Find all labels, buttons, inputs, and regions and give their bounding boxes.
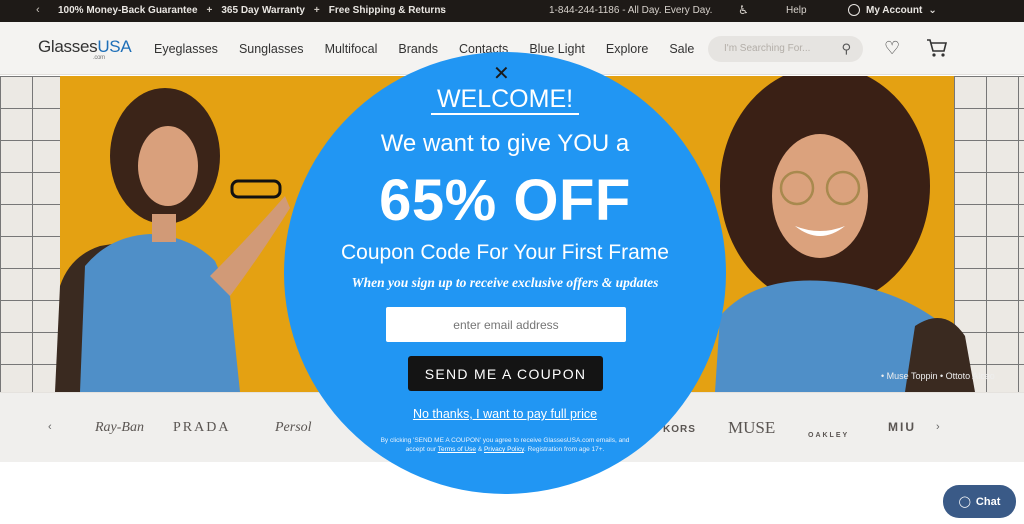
nav-sale[interactable]: Sale — [669, 42, 694, 56]
chat-button[interactable]: ◯ Chat — [943, 485, 1016, 518]
search-placeholder: I'm Searching For... — [724, 43, 811, 54]
legal-text-part2: . Registration from age 17+. — [523, 446, 605, 453]
brand-logo[interactable]: PRADA — [173, 420, 230, 436]
phone-number[interactable]: 1-844-244-1186 - All Day. Every Day. — [549, 5, 712, 16]
coupon-modal: ✕ WELCOME! We want to give YOU a 65% OFF… — [284, 52, 726, 494]
chevron-right-icon[interactable]: › — [440, 4, 444, 16]
cart-icon[interactable] — [926, 38, 948, 58]
nav-explore[interactable]: Explore — [606, 42, 648, 56]
model-credit: • Muse Toppin • Ottoto Alceo — [881, 371, 995, 381]
search-icon[interactable]: ⚲ — [841, 41, 851, 57]
benefit-item: 365 Day Warranty — [221, 5, 305, 16]
plus-separator: + — [206, 5, 213, 16]
signup-subline: When you sign up to receive exclusive of… — [351, 275, 659, 290]
nav-eyeglasses[interactable]: Eyeglasses — [154, 42, 218, 56]
close-icon[interactable]: ✕ — [493, 64, 510, 84]
logo-text: Glasses — [38, 37, 98, 56]
my-account-label: My Account — [866, 4, 923, 16]
brand-logo[interactable]: OAKLEY — [808, 432, 849, 439]
benefit-item: 100% Money-Back Guarantee — [58, 5, 198, 16]
send-coupon-button[interactable]: SEND ME A COUPON — [408, 356, 603, 391]
brand-logo[interactable]: Persol — [275, 420, 312, 436]
brand-logo[interactable]: MUSE — [728, 418, 775, 438]
hero-model-right — [715, 76, 975, 392]
benefits-list: 100% Money-Back Guarantee + 365 Day Warr… — [58, 5, 446, 16]
benefit-item: Free Shipping & Returns — [328, 5, 446, 16]
chevron-left-icon[interactable]: ‹ — [48, 421, 52, 433]
email-field[interactable] — [386, 307, 626, 342]
nav-multifocal[interactable]: Multifocal — [325, 42, 378, 56]
discount-headline: 65% OFF — [379, 168, 631, 233]
brand-logo[interactable]: KORS — [663, 424, 696, 435]
logo-sub: .com — [93, 55, 105, 61]
promo-bar: ‹ 100% Money-Back Guarantee + 365 Day Wa… — [0, 0, 1024, 22]
chevron-down-icon: ⌄ — [928, 4, 937, 16]
terms-link[interactable]: Terms of Use — [438, 446, 476, 453]
modal-intro-text: We want to give YOU a — [380, 130, 630, 157]
legal-text: By clicking 'SEND ME A COUPON' you agree… — [374, 436, 636, 454]
help-link[interactable]: Help — [786, 5, 807, 16]
chevron-left-icon[interactable]: ‹ — [36, 4, 40, 16]
brand-logo[interactable]: MIU — [888, 420, 916, 434]
logo[interactable]: GlassesUSA .com — [38, 37, 132, 61]
plus-separator: + — [313, 5, 320, 16]
privacy-link[interactable]: Privacy Policy — [484, 446, 524, 453]
modal-welcome-heading: WELCOME! — [284, 85, 726, 115]
brand-logo[interactable]: Ray-Ban — [95, 420, 144, 436]
heart-icon[interactable]: ♡ — [884, 38, 900, 59]
chat-label: Chat — [975, 495, 1001, 508]
legal-amp: & — [477, 446, 483, 453]
coupon-description: Coupon Code For Your First Frame — [341, 241, 669, 264]
nav-sunglasses[interactable]: Sunglasses — [239, 42, 304, 56]
search-input[interactable]: I'm Searching For... ⚲ — [708, 36, 863, 62]
accessibility-icon[interactable]: ♿ — [738, 3, 749, 17]
chat-bubble-icon: ◯ — [958, 496, 971, 508]
user-icon — [848, 4, 860, 16]
hero-model-left — [55, 88, 290, 392]
my-account-menu[interactable]: My Account ⌄ — [848, 4, 937, 16]
chevron-right-icon[interactable]: › — [936, 421, 940, 433]
main-nav: Eyeglasses Sunglasses Multifocal Brands … — [154, 42, 715, 56]
logo-accent: USA — [97, 37, 132, 56]
decline-link[interactable]: No thanks, I want to pay full price — [284, 407, 726, 421]
welcome-text: WELCOME! — [430, 85, 580, 115]
nav-brands[interactable]: Brands — [398, 42, 438, 56]
